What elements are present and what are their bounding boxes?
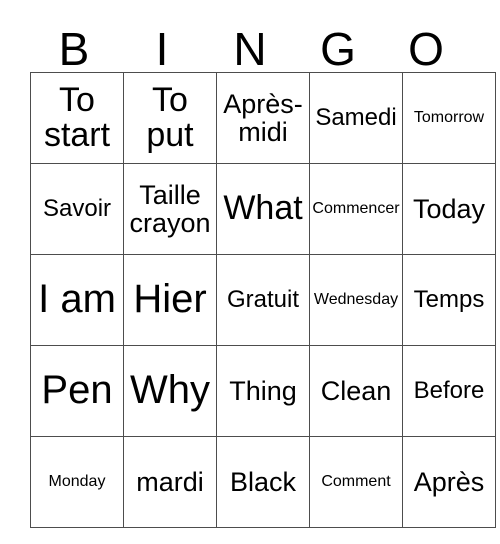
- bingo-grid: To start To put Après-midi Samedi Tomorr…: [30, 72, 496, 528]
- bingo-cell[interactable]: Taille crayon: [123, 163, 217, 255]
- bingo-row: Pen Why Thing Clean Before: [30, 345, 496, 437]
- bingo-cell[interactable]: Comment: [309, 436, 403, 528]
- bingo-cell[interactable]: Après: [402, 436, 496, 528]
- bingo-cell[interactable]: Tomorrow: [402, 72, 496, 164]
- bingo-cell[interactable]: Samedi: [309, 72, 403, 164]
- bingo-cell[interactable]: Today: [402, 163, 496, 255]
- bingo-row: Savoir Taille crayon What Commencer Toda…: [30, 163, 496, 255]
- bingo-header-letters: B I N G O: [30, 8, 470, 72]
- bingo-row: To start To put Après-midi Samedi Tomorr…: [30, 72, 496, 164]
- bingo-cell[interactable]: Pen: [30, 345, 124, 437]
- bingo-cell[interactable]: Clean: [309, 345, 403, 437]
- bingo-cell[interactable]: What: [216, 163, 310, 255]
- bingo-header-letter-g: G: [320, 23, 356, 75]
- bingo-row: Monday mardi Black Comment Après: [30, 436, 496, 528]
- bingo-header-letter-o: O: [408, 23, 444, 75]
- bingo-cell[interactable]: Before: [402, 345, 496, 437]
- bingo-row: I am Hier Gratuit Wednesday Temps: [30, 254, 496, 346]
- bingo-cell[interactable]: Why: [123, 345, 217, 437]
- bingo-cell[interactable]: Hier: [123, 254, 217, 346]
- bingo-header-letter-b: B: [58, 23, 90, 75]
- bingo-cell[interactable]: To start: [30, 72, 124, 164]
- bingo-card: B I N G O To start To put Après-midi Sam…: [30, 8, 496, 528]
- bingo-cell[interactable]: Commencer: [309, 163, 403, 255]
- bingo-cell[interactable]: Après-midi: [216, 72, 310, 164]
- bingo-cell[interactable]: To put: [123, 72, 217, 164]
- bingo-cell[interactable]: Black: [216, 436, 310, 528]
- bingo-cell[interactable]: Monday: [30, 436, 124, 528]
- bingo-cell[interactable]: mardi: [123, 436, 217, 528]
- bingo-cell[interactable]: Gratuit: [216, 254, 310, 346]
- bingo-cell[interactable]: I am: [30, 254, 124, 346]
- bingo-cell[interactable]: Wednesday: [309, 254, 403, 346]
- bingo-cell[interactable]: Temps: [402, 254, 496, 346]
- bingo-header-letter-i: I: [155, 23, 169, 75]
- bingo-header-letter-n: N: [233, 23, 267, 75]
- bingo-cell[interactable]: Savoir: [30, 163, 124, 255]
- bingo-cell[interactable]: Thing: [216, 345, 310, 437]
